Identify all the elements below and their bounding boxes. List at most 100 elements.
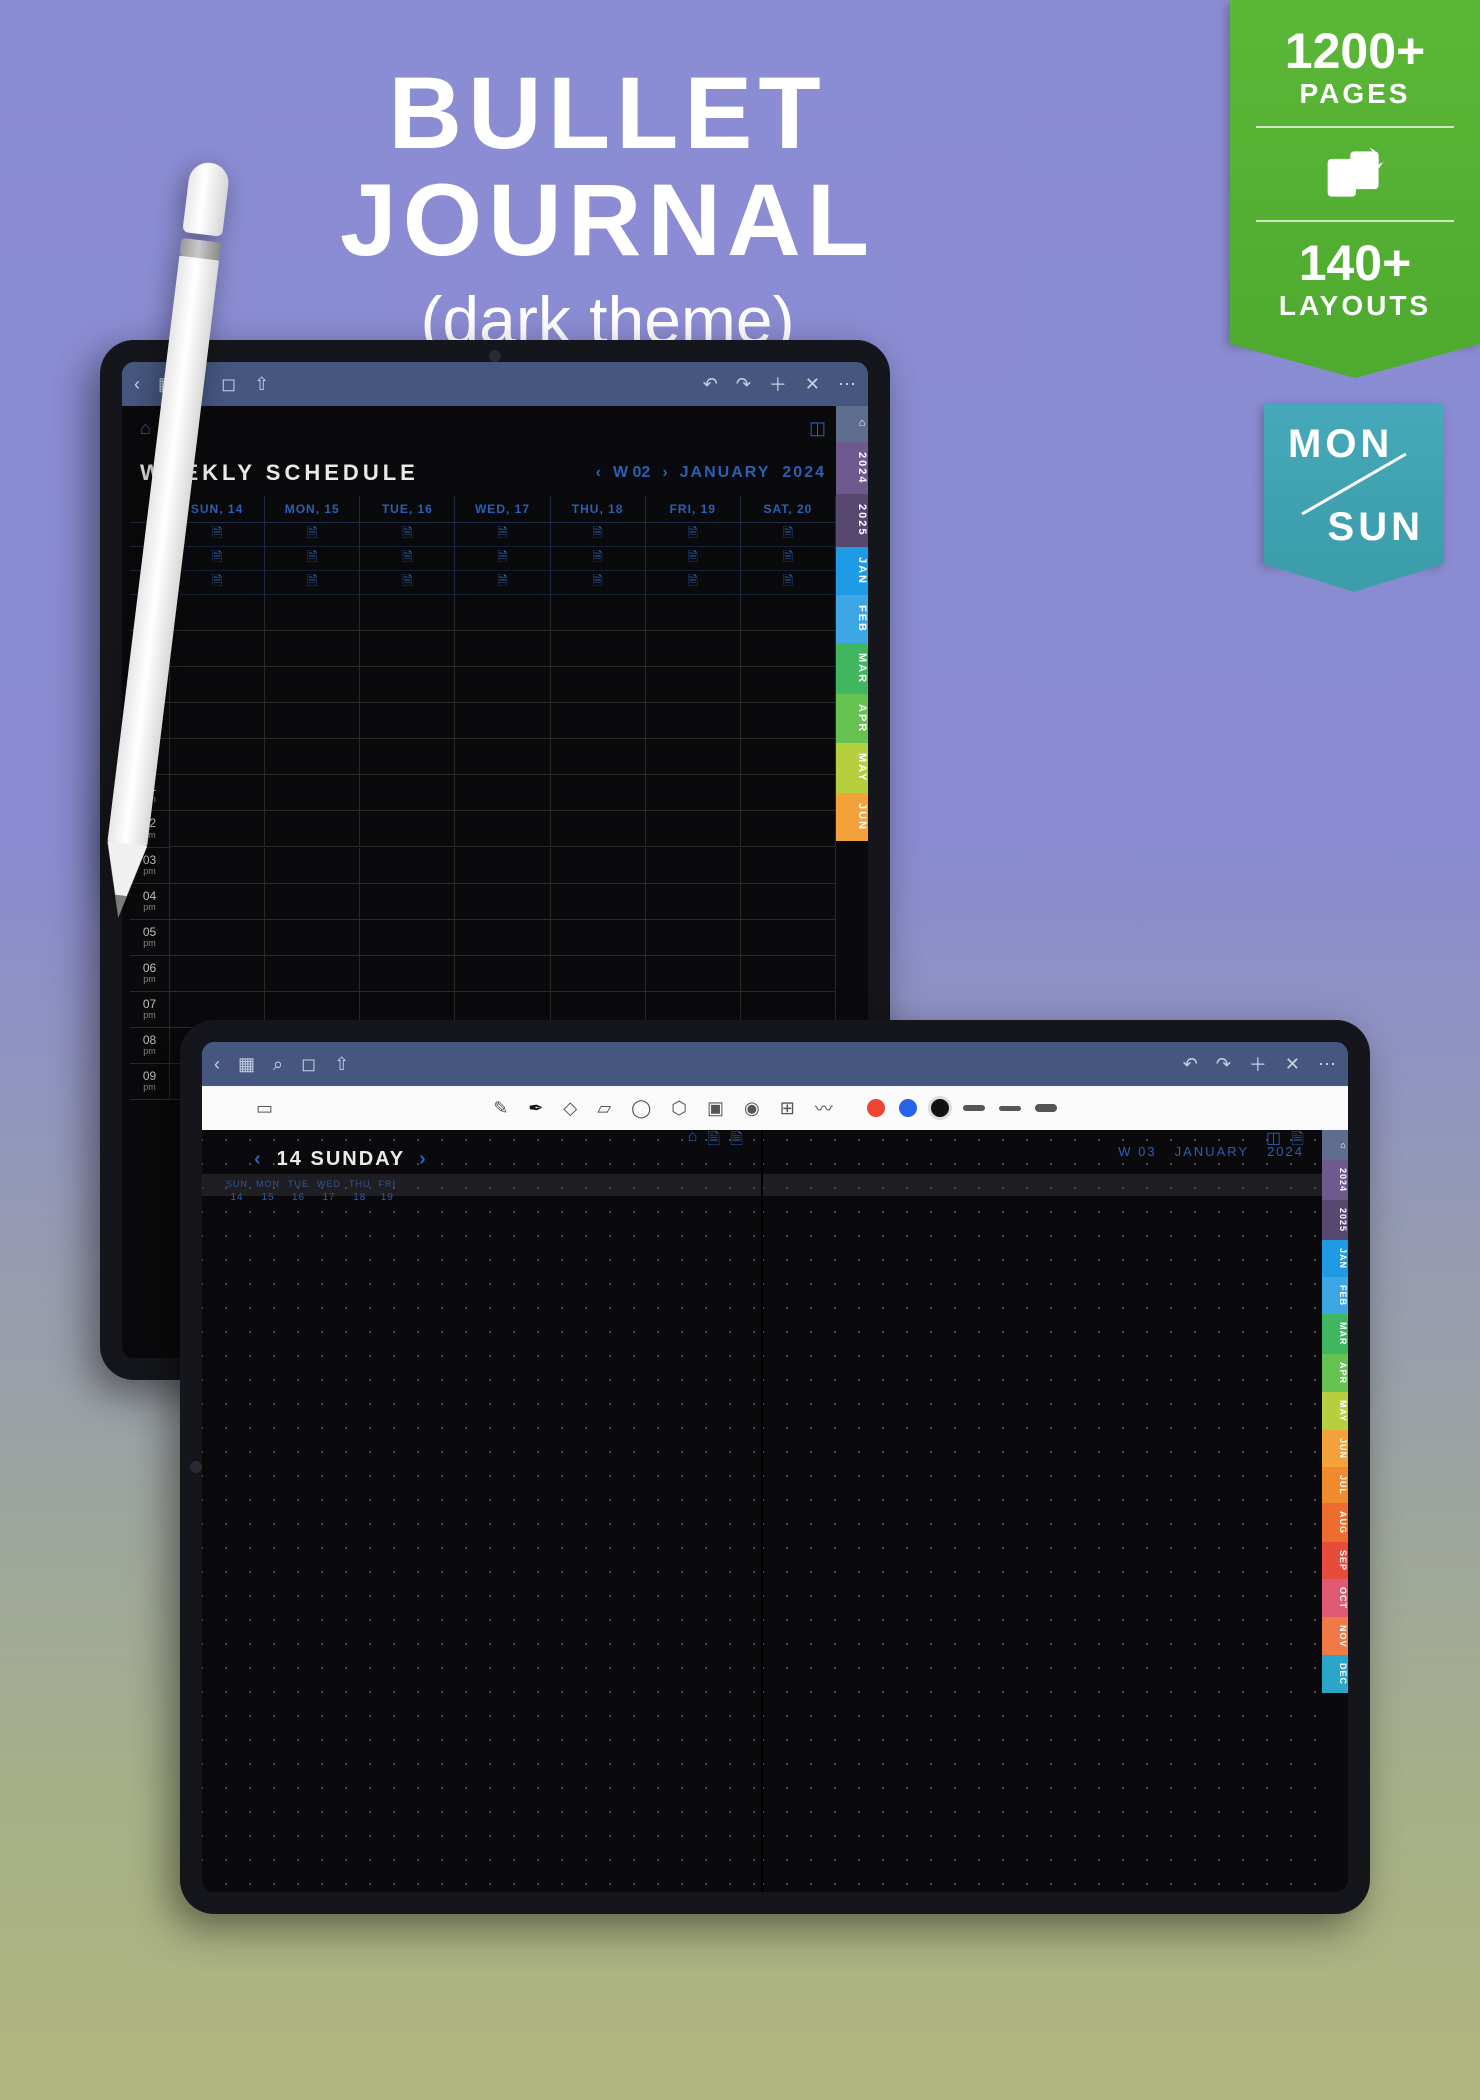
schedule-cell[interactable]	[455, 848, 550, 884]
share-icon[interactable]: ⇧	[254, 374, 269, 395]
schedule-cell[interactable]	[741, 631, 836, 667]
schedule-cell[interactable]	[360, 667, 455, 703]
quick-note-icon[interactable]: 🗎	[741, 523, 836, 547]
prev-week-icon[interactable]: ‹	[596, 464, 601, 482]
page2-icon[interactable]: 🗎	[730, 1128, 743, 1155]
schedule-cell[interactable]	[360, 811, 455, 847]
schedule-cell[interactable]	[741, 848, 836, 884]
schedule-cell[interactable]	[551, 956, 646, 992]
schedule-cell[interactable]	[170, 775, 265, 811]
quick-note-icon[interactable]: 🗎	[551, 571, 646, 595]
undo-icon[interactable]: ↶	[703, 374, 718, 395]
schedule-cell[interactable]	[360, 775, 455, 811]
side-tab[interactable]: MAY	[1322, 1392, 1348, 1430]
share-icon[interactable]: ⇧	[334, 1054, 349, 1075]
schedule-cell[interactable]	[265, 775, 360, 811]
schedule-cell[interactable]	[551, 920, 646, 956]
schedule-cell[interactable]	[646, 811, 741, 847]
schedule-cell[interactable]	[741, 884, 836, 920]
schedule-cell[interactable]	[551, 667, 646, 703]
schedule-cell[interactable]	[646, 739, 741, 775]
grid-icon[interactable]: ▦	[238, 1054, 255, 1075]
back-icon[interactable]: ‹	[134, 374, 140, 395]
day-header[interactable]: WED, 17	[455, 496, 550, 523]
color-red[interactable]	[867, 1099, 885, 1117]
home-icon[interactable]: ⌂	[688, 1128, 698, 1155]
schedule-cell[interactable]	[551, 775, 646, 811]
schedule-cell[interactable]	[741, 811, 836, 847]
stroke-thick[interactable]	[1035, 1104, 1057, 1112]
side-tab[interactable]: NOV	[1322, 1617, 1348, 1656]
schedule-cell[interactable]	[265, 595, 360, 631]
select-icon[interactable]: ⬡	[671, 1098, 687, 1119]
side-tab[interactable]: 2025	[1322, 1200, 1348, 1240]
schedule-cell[interactable]	[741, 595, 836, 631]
journal-page-right[interactable]: ◫🗎 W 03 JANUARY 2024	[763, 1130, 1322, 1892]
schedule-cell[interactable]	[455, 667, 550, 703]
pen-icon[interactable]: ✒	[528, 1098, 543, 1119]
year-label-front[interactable]: 2024	[1267, 1144, 1304, 1159]
year-label[interactable]: 2024	[782, 464, 826, 482]
schedule-cell[interactable]	[646, 595, 741, 631]
side-tab[interactable]: MAR	[1322, 1314, 1348, 1354]
side-tab[interactable]: ⌂	[836, 406, 868, 442]
schedule-cell[interactable]	[170, 739, 265, 775]
quick-note-icon[interactable]: 🗎	[741, 571, 836, 595]
schedule-cell[interactable]	[360, 703, 455, 739]
highlighter-icon[interactable]: ▱	[597, 1098, 611, 1119]
close-icon[interactable]: ✕	[1285, 1054, 1300, 1075]
side-tab[interactable]: JUN	[1322, 1430, 1348, 1467]
schedule-cell[interactable]	[265, 667, 360, 703]
add-icon[interactable]: ＋	[769, 371, 787, 397]
side-tab[interactable]: 2024	[1322, 1160, 1348, 1200]
schedule-cell[interactable]	[265, 703, 360, 739]
month-label-front[interactable]: JANUARY	[1175, 1144, 1249, 1159]
schedule-cell[interactable]	[455, 739, 550, 775]
schedule-cell[interactable]	[646, 956, 741, 992]
schedule-cell[interactable]	[265, 631, 360, 667]
schedule-cell[interactable]	[170, 811, 265, 847]
brush-icon[interactable]: 〰	[815, 1095, 833, 1121]
search-icon[interactable]: ⌕	[273, 1054, 283, 1075]
side-tab[interactable]: FEB	[836, 595, 868, 643]
schedule-cell[interactable]	[170, 884, 265, 920]
side-tab[interactable]: OCT	[1322, 1579, 1348, 1617]
quick-note-icon[interactable]: 🗎	[455, 523, 550, 547]
quick-note-icon[interactable]: 🗎	[646, 523, 741, 547]
quick-note-icon[interactable]: 🗎	[646, 547, 741, 571]
day-header[interactable]: SAT, 20	[741, 496, 836, 523]
add-icon[interactable]: ＋	[1249, 1051, 1267, 1077]
side-tab[interactable]: JUN	[836, 793, 868, 841]
schedule-cell[interactable]	[265, 920, 360, 956]
schedule-cell[interactable]	[170, 595, 265, 631]
quick-note-icon[interactable]: 🗎	[646, 571, 741, 595]
chevron-left-icon[interactable]: ‹	[254, 1148, 263, 1170]
widgets-icon[interactable]: ◫	[809, 418, 826, 448]
schedule-cell[interactable]	[455, 703, 550, 739]
schedule-cell[interactable]	[360, 595, 455, 631]
page-icon[interactable]: 🗎	[707, 1128, 720, 1155]
schedule-cell[interactable]	[551, 884, 646, 920]
more-icon[interactable]: ⋯	[838, 374, 856, 395]
schedule-cell[interactable]	[265, 884, 360, 920]
color-black[interactable]	[931, 1099, 949, 1117]
textbox-icon[interactable]: ⊞	[780, 1098, 795, 1119]
home-icon[interactable]: ⌂	[140, 418, 151, 448]
next-week-icon[interactable]: ›	[662, 464, 667, 482]
color-blue[interactable]	[899, 1099, 917, 1117]
side-tab[interactable]: MAR	[836, 643, 868, 694]
side-tab[interactable]: JUL	[1322, 1467, 1348, 1503]
quick-note-icon[interactable]: 🗎	[265, 547, 360, 571]
side-tab[interactable]: AUG	[1322, 1503, 1348, 1542]
side-tab[interactable]: APR	[1322, 1354, 1348, 1392]
schedule-cell[interactable]	[741, 703, 836, 739]
schedule-cell[interactable]	[551, 595, 646, 631]
schedule-cell[interactable]	[646, 703, 741, 739]
quick-note-icon[interactable]: 🗎	[455, 571, 550, 595]
quick-note-icon[interactable]: 🗎	[360, 547, 455, 571]
side-tab[interactable]: 2024	[836, 442, 868, 494]
schedule-cell[interactable]	[265, 811, 360, 847]
schedule-cell[interactable]	[170, 920, 265, 956]
schedule-cell[interactable]	[265, 848, 360, 884]
schedule-cell[interactable]	[360, 739, 455, 775]
